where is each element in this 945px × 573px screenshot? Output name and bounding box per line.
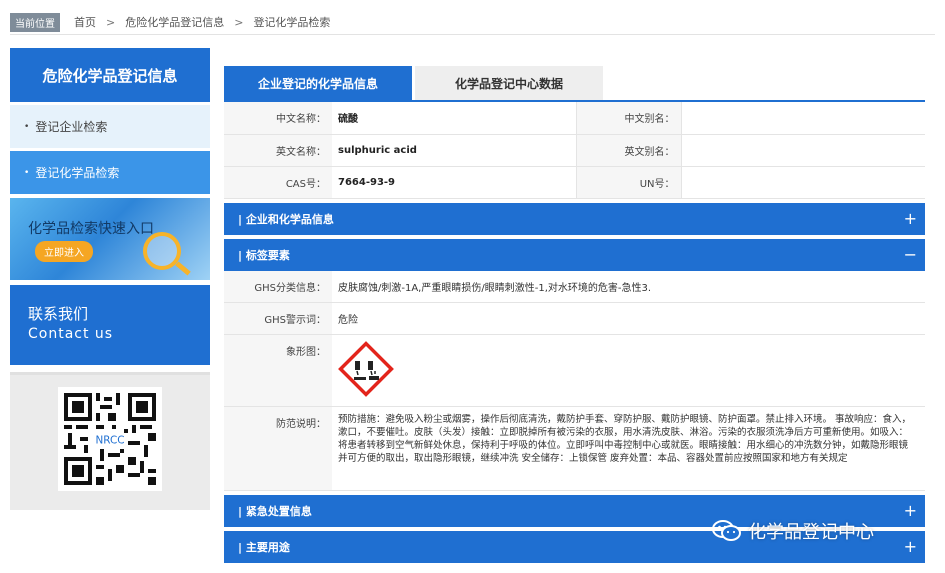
sidebar-title: 危险化学品登记信息 bbox=[10, 48, 210, 102]
table-row: 中文名称： 硫酸 中文别名： bbox=[224, 102, 925, 135]
breadcrumb-registration-link[interactable]: 危险化学品登记信息 bbox=[125, 14, 224, 30]
breadcrumb-tag: 当前位置 bbox=[10, 12, 60, 32]
un-label: UN号： bbox=[576, 166, 682, 199]
section-title: | 企业和化学品信息 bbox=[238, 212, 334, 226]
breadcrumb: 当前位置 首页 > 危险化学品登记信息 > 登记化学品检索 bbox=[10, 12, 330, 32]
section-company-info[interactable]: | 企业和化学品信息 + bbox=[224, 202, 925, 235]
enter-now-button[interactable]: 立即进入 bbox=[35, 241, 93, 262]
corrosion-pictogram-icon bbox=[338, 340, 394, 397]
pictogram-cell bbox=[332, 335, 925, 407]
expand-icon[interactable]: + bbox=[904, 537, 917, 556]
qr-code-image: NRCC bbox=[58, 387, 162, 491]
precaution-label: 防范说明： bbox=[224, 406, 332, 491]
table-row: 英文名称： sulphuric acid 英文别名： bbox=[224, 134, 925, 167]
sidebar-item-label: 登记企业检索 bbox=[35, 120, 108, 134]
en-name-value: sulphuric acid bbox=[332, 134, 577, 167]
pictogram-label: 象形图： bbox=[224, 334, 332, 407]
sidebar: 危险化学品登记信息 • 登记企业检索 • 登记化学品检索 化学品检索快速入口 立… bbox=[10, 48, 210, 510]
contact-title-cn: 联系我们 bbox=[28, 305, 89, 323]
sidebar-item-company-search[interactable]: • 登记企业检索 bbox=[10, 105, 210, 148]
main-content: 企业登记的化学品信息 化学品登记中心数据 中文名称： 硫酸 中文别名： 英文名称… bbox=[224, 66, 925, 563]
wechat-icon bbox=[712, 520, 741, 541]
signal-word-value: 危险 bbox=[332, 303, 925, 335]
tab-registration-center-data[interactable]: 化学品登记中心数据 bbox=[415, 66, 603, 100]
magnifier-handle bbox=[175, 261, 191, 276]
ghs-class-value: 皮肤腐蚀/刺激-1A,严重眼睛损伤/眼睛刺激性-1,对水环境的危害-急性3. bbox=[332, 271, 925, 303]
bullet-icon: • bbox=[24, 121, 30, 132]
cn-name-value: 硫酸 bbox=[332, 102, 577, 135]
sidebar-item-chemical-search[interactable]: • 登记化学品检索 bbox=[10, 151, 210, 194]
watermark-text: 化学品登记中心 bbox=[748, 522, 874, 543]
qr-code-panel: NRCC bbox=[10, 372, 210, 510]
expand-icon[interactable]: + bbox=[904, 501, 917, 520]
basic-info-table: 中文名称： 硫酸 中文别名： 英文名称： sulphuric acid 英文别名… bbox=[224, 102, 925, 199]
en-alias-value bbox=[681, 134, 925, 167]
precaution-value: 预防措施：避免吸入粉尘或烟雾，操作后彻底清洗，戴防护手套、穿防护服、戴防护眼镜、… bbox=[332, 407, 925, 491]
contact-us-panel[interactable]: 联系我们 Contact us bbox=[10, 285, 210, 365]
tab-bar: 企业登记的化学品信息 化学品登记中心数据 bbox=[224, 66, 925, 102]
cn-name-label: 中文名称： bbox=[224, 102, 332, 135]
contact-title-en: Contact us bbox=[28, 326, 114, 342]
un-value bbox=[681, 166, 925, 199]
breadcrumb-divider bbox=[10, 34, 935, 35]
breadcrumb-separator: > bbox=[234, 15, 244, 29]
svg-text:NRCC: NRCC bbox=[96, 434, 125, 446]
expand-icon[interactable]: + bbox=[904, 209, 917, 228]
bullet-icon: • bbox=[24, 167, 30, 178]
en-name-label: 英文名称： bbox=[224, 134, 332, 167]
breadcrumb-separator: > bbox=[106, 15, 116, 29]
breadcrumb-home-link[interactable]: 首页 bbox=[74, 14, 96, 30]
collapse-icon[interactable]: − bbox=[904, 245, 917, 264]
table-row: CAS号： 7664-93-9 UN号： bbox=[224, 166, 925, 199]
quick-search-banner[interactable]: 化学品检索快速入口 立即进入 bbox=[10, 198, 210, 280]
section-label-elements[interactable]: | 标签要素 − bbox=[224, 238, 925, 271]
signal-word-label: GHS警示词： bbox=[224, 302, 332, 335]
en-alias-label: 英文别名： bbox=[576, 134, 682, 167]
cas-label: CAS号： bbox=[224, 166, 332, 199]
cn-alias-value bbox=[681, 102, 925, 135]
watermark: 化学品登记中心 bbox=[712, 518, 874, 544]
tab-company-chemical-info[interactable]: 企业登记的化学品信息 bbox=[224, 66, 412, 100]
sidebar-item-label: 登记化学品检索 bbox=[35, 166, 120, 180]
label-elements-table: GHS分类信息： 皮肤腐蚀/刺激-1A,严重眼睛损伤/眼睛刺激性-1,对水环境的… bbox=[224, 270, 925, 491]
cas-value: 7664-93-9 bbox=[332, 166, 577, 199]
cn-alias-label: 中文别名： bbox=[576, 102, 682, 135]
section-title: | 标签要素 bbox=[238, 248, 290, 262]
section-title: | 主要用途 bbox=[238, 540, 290, 554]
breadcrumb-current: 登记化学品检索 bbox=[253, 16, 331, 29]
section-title: | 紧急处置信息 bbox=[238, 504, 312, 518]
ghs-class-label: GHS分类信息： bbox=[224, 270, 332, 303]
banner-text: 化学品检索快速入口 bbox=[28, 221, 154, 237]
